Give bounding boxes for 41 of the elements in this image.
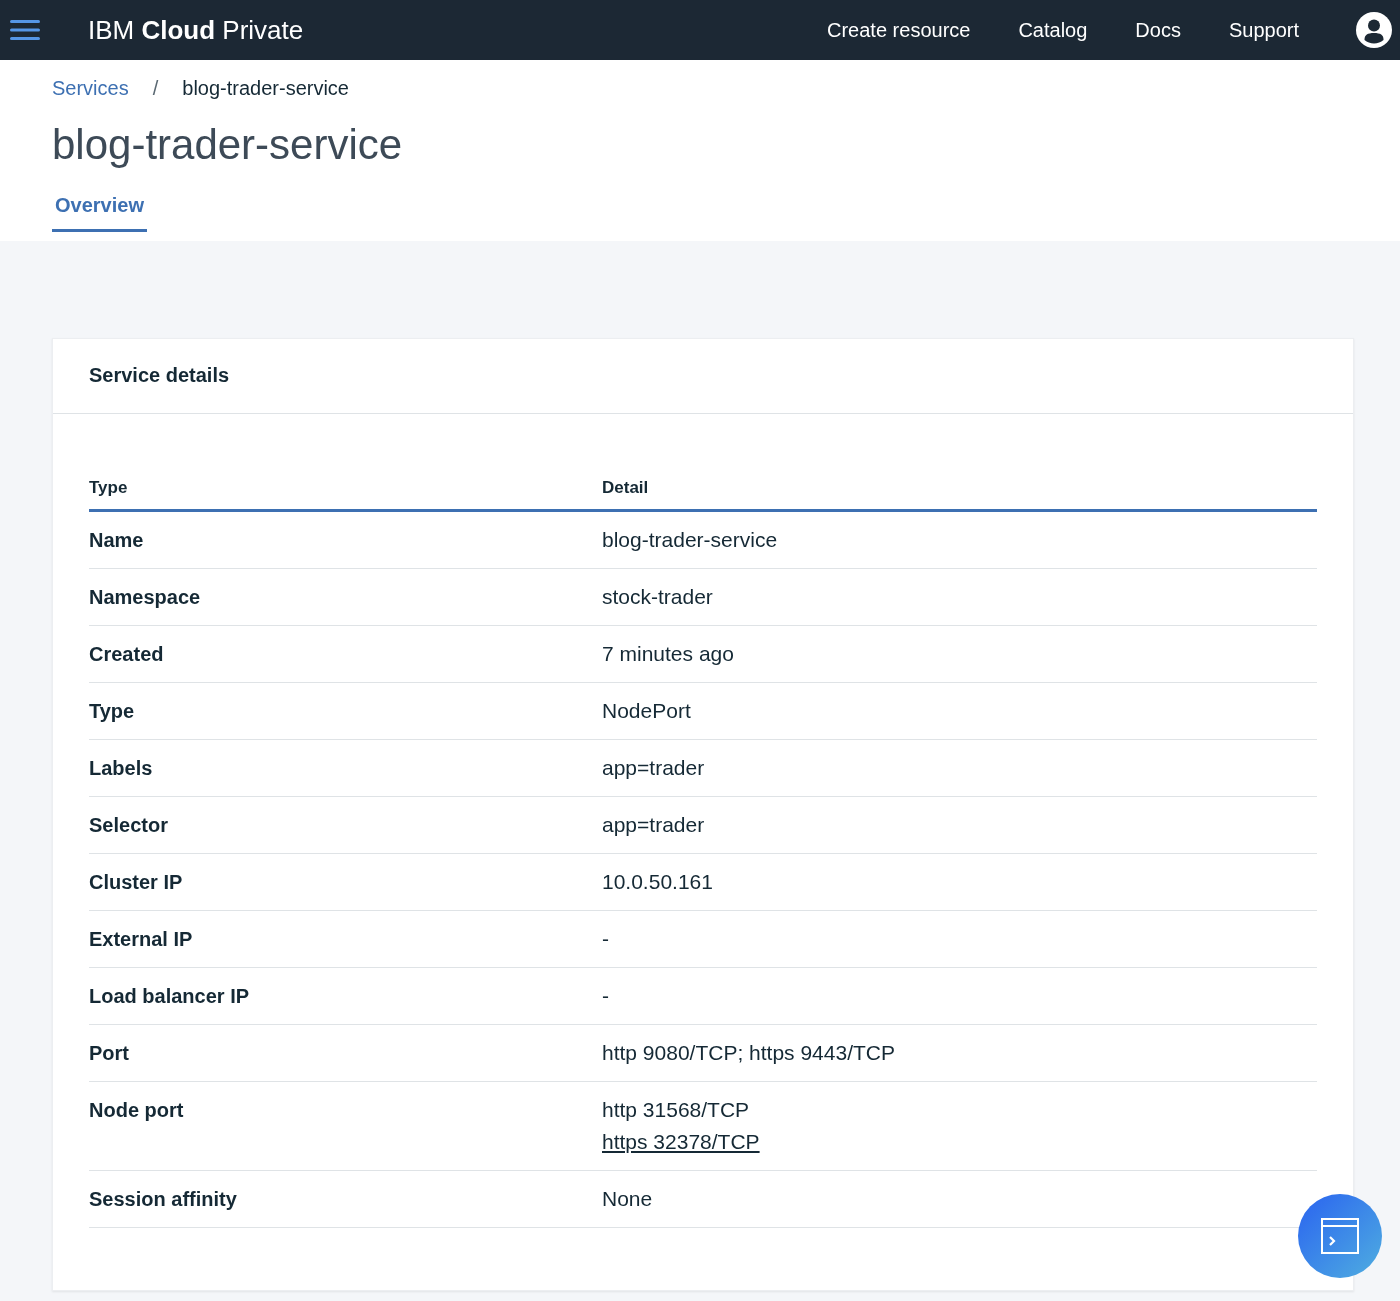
field-value: blog-trader-service bbox=[602, 528, 778, 552]
page-title: blog-trader-service bbox=[52, 121, 403, 169]
nav-link[interactable]: Docs bbox=[1135, 15, 1181, 45]
nav-link[interactable]: Catalog bbox=[1018, 15, 1088, 45]
field-label: Type bbox=[89, 682, 602, 740]
port-link[interactable]: https 32378/TCP bbox=[602, 1130, 760, 1154]
field-value: app=trader bbox=[602, 813, 705, 837]
breadcrumb-link[interactable]: Services bbox=[52, 76, 129, 100]
field-value: http 9080/TCP; https 9443/TCP bbox=[602, 1041, 895, 1065]
field-value: stock-trader bbox=[602, 585, 713, 609]
tab[interactable]: Overview bbox=[52, 193, 147, 232]
field-label: Name bbox=[89, 510, 602, 569]
field-label: Session affinity bbox=[89, 1170, 602, 1228]
menu-icon[interactable] bbox=[10, 20, 40, 40]
field-value: - bbox=[602, 984, 609, 1008]
terminal-icon bbox=[1321, 1218, 1359, 1254]
field-value: None bbox=[602, 1187, 653, 1211]
nav-link[interactable]: Create resource bbox=[827, 15, 971, 45]
app-title: IBM Cloud Private bbox=[88, 13, 304, 47]
field-label: Selector bbox=[89, 796, 602, 854]
field-value: 10.0.50.161 bbox=[602, 870, 713, 894]
field-label: External IP bbox=[89, 910, 602, 968]
breadcrumb-separator: / bbox=[152, 76, 159, 100]
field-label: Labels bbox=[89, 739, 602, 797]
field-value: NodePort bbox=[602, 699, 691, 723]
field-label: Port bbox=[89, 1024, 602, 1082]
field-value: app=trader bbox=[602, 756, 705, 780]
user-avatar-icon[interactable] bbox=[1356, 12, 1392, 48]
field-label: Load balancer IP bbox=[89, 967, 602, 1025]
column-header: Detail bbox=[602, 477, 1317, 511]
column-header: Type bbox=[89, 477, 602, 511]
field-label: Cluster IP bbox=[89, 853, 602, 911]
field-value: http 31568/TCP bbox=[602, 1098, 750, 1122]
field-label: Node port bbox=[89, 1081, 602, 1171]
field-label: Created bbox=[89, 625, 602, 683]
field-label: Namespace bbox=[89, 568, 602, 626]
nav-link[interactable]: Support bbox=[1228, 15, 1299, 45]
card-title: Service details bbox=[89, 364, 230, 386]
field-value: 7 minutes ago bbox=[602, 642, 734, 666]
breadcrumb-current: blog-trader-service bbox=[182, 76, 349, 100]
field-value: - bbox=[602, 927, 609, 951]
